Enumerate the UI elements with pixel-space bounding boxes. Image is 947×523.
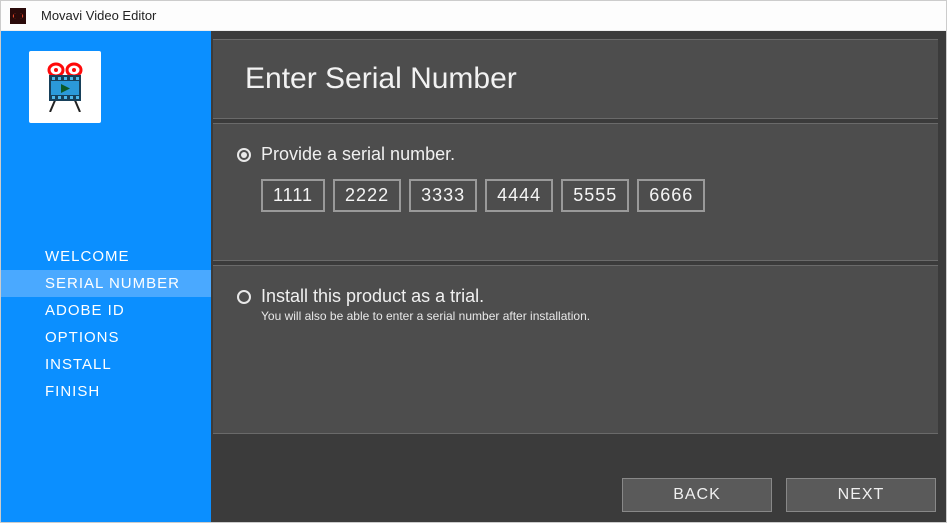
serial-radio-row[interactable]: Provide a serial number. bbox=[237, 144, 938, 165]
trial-radio-label: Install this product as a trial. bbox=[261, 286, 484, 307]
serial-field-5[interactable]: 5555 bbox=[561, 179, 629, 212]
trial-hint: You will also be able to enter a serial … bbox=[261, 309, 938, 323]
sidebar-item-welcome[interactable]: WELCOME bbox=[1, 243, 211, 270]
sidebar: WELCOME SERIAL NUMBER ADOBE ID OPTIONS I… bbox=[1, 31, 211, 522]
serial-radio[interactable] bbox=[237, 148, 251, 162]
app-icon bbox=[9, 7, 27, 25]
sidebar-item-finish[interactable]: FINISH bbox=[1, 378, 211, 405]
serial-option-panel: Provide a serial number. 1111 2222 3333 … bbox=[213, 123, 938, 261]
trial-radio-row[interactable]: Install this product as a trial. bbox=[237, 286, 938, 307]
sidebar-item-adobe-id[interactable]: ADOBE ID bbox=[1, 297, 211, 324]
serial-field-4[interactable]: 4444 bbox=[485, 179, 553, 212]
serial-field-3[interactable]: 3333 bbox=[409, 179, 477, 212]
serial-field-6[interactable]: 6666 bbox=[637, 179, 705, 212]
installer-window: Movavi Video Editor bbox=[0, 0, 947, 523]
sidebar-item-serial-number[interactable]: SERIAL NUMBER bbox=[1, 270, 211, 297]
sidebar-item-install[interactable]: INSTALL bbox=[1, 351, 211, 378]
serial-field-1[interactable]: 1111 bbox=[261, 179, 325, 212]
trial-option-panel: Install this product as a trial. You wil… bbox=[213, 265, 938, 434]
titlebar: Movavi Video Editor bbox=[1, 1, 946, 31]
next-button[interactable]: NEXT bbox=[786, 478, 936, 512]
serial-field-2[interactable]: 2222 bbox=[333, 179, 401, 212]
trial-radio[interactable] bbox=[237, 290, 251, 304]
app-logo bbox=[29, 51, 101, 123]
titlebar-text: Movavi Video Editor bbox=[41, 8, 156, 23]
nav-list: WELCOME SERIAL NUMBER ADOBE ID OPTIONS I… bbox=[1, 243, 211, 405]
content-area: WELCOME SERIAL NUMBER ADOBE ID OPTIONS I… bbox=[1, 31, 946, 522]
header-panel: Enter Serial Number bbox=[213, 39, 938, 119]
button-bar: BACK NEXT bbox=[213, 478, 938, 512]
serial-inputs: 1111 2222 3333 4444 5555 6666 bbox=[261, 179, 938, 212]
page-title: Enter Serial Number bbox=[245, 62, 938, 96]
back-button[interactable]: BACK bbox=[622, 478, 772, 512]
sidebar-item-options[interactable]: OPTIONS bbox=[1, 324, 211, 351]
main-panel: Enter Serial Number Provide a serial num… bbox=[211, 31, 946, 522]
serial-radio-label: Provide a serial number. bbox=[261, 144, 455, 165]
